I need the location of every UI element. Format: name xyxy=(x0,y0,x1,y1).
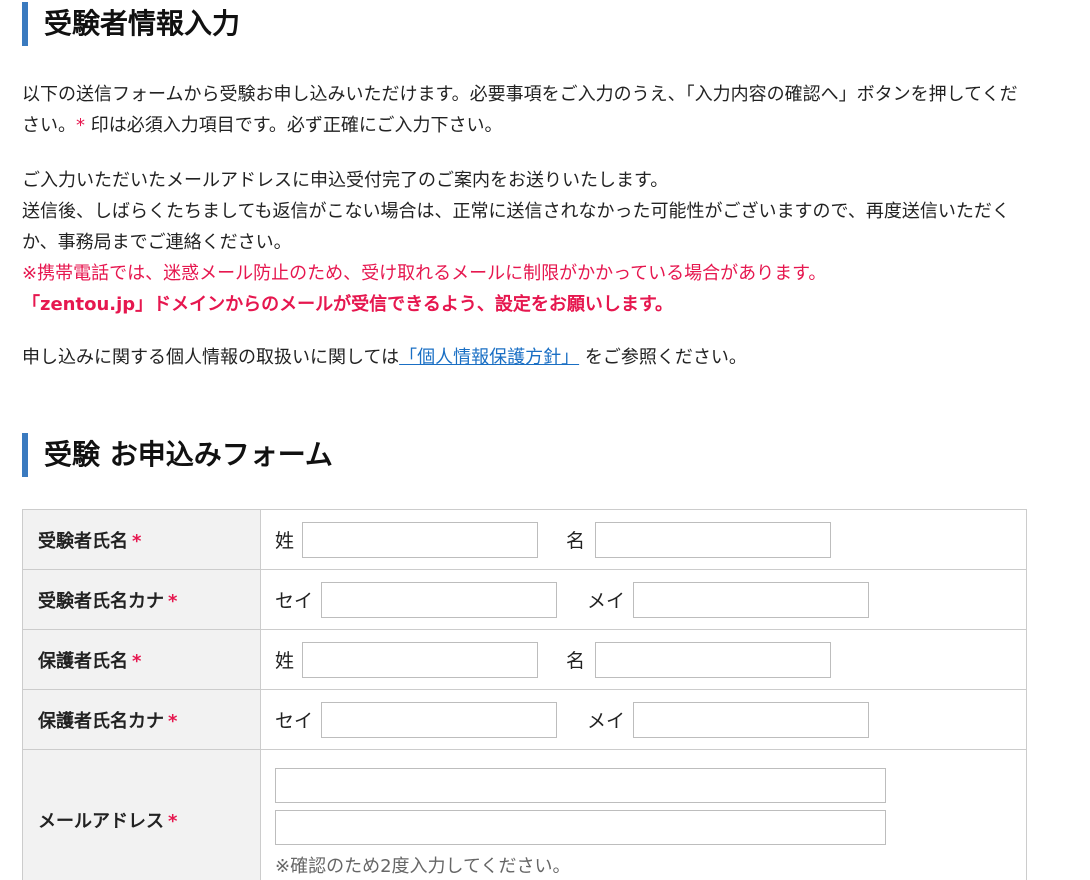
email-confirm-note: ※確認のため2度入力してください。 xyxy=(275,855,571,877)
applicant-first-name-input[interactable] xyxy=(595,521,831,558)
field-label-text: メールアドレス xyxy=(38,810,164,832)
form-row-email: メールアドレス * ※確認のため2度入力してください。 xyxy=(22,749,1027,880)
field-inputs: 姓 名 xyxy=(260,509,1027,570)
last-name-kana-label: セイ xyxy=(275,590,314,612)
mobile-warning: ※携帯電話では、迷惑メール防止のため、受け取れるメールに制限がかかっている場合が… xyxy=(22,263,827,284)
privacy-policy-link[interactable]: 「個人情報保護方針」 xyxy=(399,347,579,368)
field-inputs: 姓 名 xyxy=(260,629,1027,690)
guardian-last-name-input[interactable] xyxy=(302,641,538,678)
section-heading-applicant-info: 受験者情報入力 xyxy=(22,2,240,46)
required-mark: * xyxy=(168,590,178,612)
form-row-guardian-kana: 保護者氏名カナ * セイ メイ xyxy=(22,689,1027,750)
required-mark: * xyxy=(168,810,178,832)
field-label-text: 保護者氏名カナ xyxy=(38,710,164,732)
email-confirm-input[interactable] xyxy=(275,809,886,845)
required-mark: * xyxy=(132,650,142,672)
domain-warning: 「zentou.jp」ドメインからのメールが受信できるよう、設定をお願いします。 xyxy=(22,294,674,315)
last-name-label: 姓 xyxy=(275,650,295,672)
email-input[interactable] xyxy=(275,767,886,803)
field-label: 保護者氏名カナ * xyxy=(22,689,261,750)
applicant-last-name-kana-input[interactable] xyxy=(321,581,557,618)
applicant-last-name-input[interactable] xyxy=(302,521,538,558)
required-mark: * xyxy=(132,530,142,552)
guardian-first-name-input[interactable] xyxy=(595,641,831,678)
field-inputs: セイ メイ xyxy=(260,569,1027,630)
intro-paragraph: 以下の送信フォームから受験お申し込みいただけます。必要事項をご入力のうえ、「入力… xyxy=(22,79,1032,141)
field-label: 受験者氏名 * xyxy=(22,509,261,570)
notice-line-2: 送信後、しばらくたちましても返信がこない場合は、正常に送信されなかった可能性がご… xyxy=(22,201,1010,253)
field-inputs: ※確認のため2度入力してください。 xyxy=(260,749,1027,880)
field-label-text: 受験者氏名 xyxy=(38,530,128,552)
last-name-kana-label: セイ xyxy=(275,710,314,732)
application-form-table: 受験者氏名 * 姓 名 受験者氏名カナ * セイ メイ 保護者氏名 * 姓 名 … xyxy=(22,509,1027,880)
last-name-label: 姓 xyxy=(275,530,295,552)
required-mark: * xyxy=(168,710,178,732)
applicant-first-name-kana-input[interactable] xyxy=(633,581,869,618)
field-label: 保護者氏名 * xyxy=(22,629,261,690)
privacy-text: 申し込みに関する個人情報の取扱いに関しては xyxy=(22,347,400,368)
first-name-kana-label: メイ xyxy=(587,590,626,612)
guardian-first-name-kana-input[interactable] xyxy=(633,701,869,738)
field-label-text: 保護者氏名 xyxy=(38,650,128,672)
form-row-applicant-kana: 受験者氏名カナ * セイ メイ xyxy=(22,569,1027,630)
section-heading-application-form: 受験 お申込みフォーム xyxy=(22,433,333,477)
required-asterisk: * xyxy=(76,115,85,136)
privacy-paragraph: 申し込みに関する個人情報の取扱いに関しては「個人情報保護方針」 をご参照ください… xyxy=(22,342,1032,373)
guardian-last-name-kana-input[interactable] xyxy=(321,701,557,738)
first-name-label: 名 xyxy=(566,650,586,672)
intro-text-post: 印は必須入力項目です。必ず正確にご入力下さい。 xyxy=(85,115,503,136)
form-row-applicant-name: 受験者氏名 * 姓 名 xyxy=(22,509,1027,570)
notice-line-1: ご入力いただいたメールアドレスに申込受付完了のご案内をお送りいたします。 xyxy=(22,170,669,191)
notice-paragraph: ご入力いただいたメールアドレスに申込受付完了のご案内をお送りいたします。 送信後… xyxy=(22,165,1032,320)
field-label: 受験者氏名カナ * xyxy=(22,569,261,630)
field-label-text: 受験者氏名カナ xyxy=(38,590,164,612)
first-name-label: 名 xyxy=(566,530,586,552)
first-name-kana-label: メイ xyxy=(587,710,626,732)
privacy-text-post: をご参照ください。 xyxy=(579,347,747,368)
field-label: メールアドレス * xyxy=(22,749,261,880)
page: 受験者情報入力 以下の送信フォームから受験お申し込みいただけます。必要事項をご入… xyxy=(0,0,1090,880)
form-row-guardian-name: 保護者氏名 * 姓 名 xyxy=(22,629,1027,690)
field-inputs: セイ メイ xyxy=(260,689,1027,750)
